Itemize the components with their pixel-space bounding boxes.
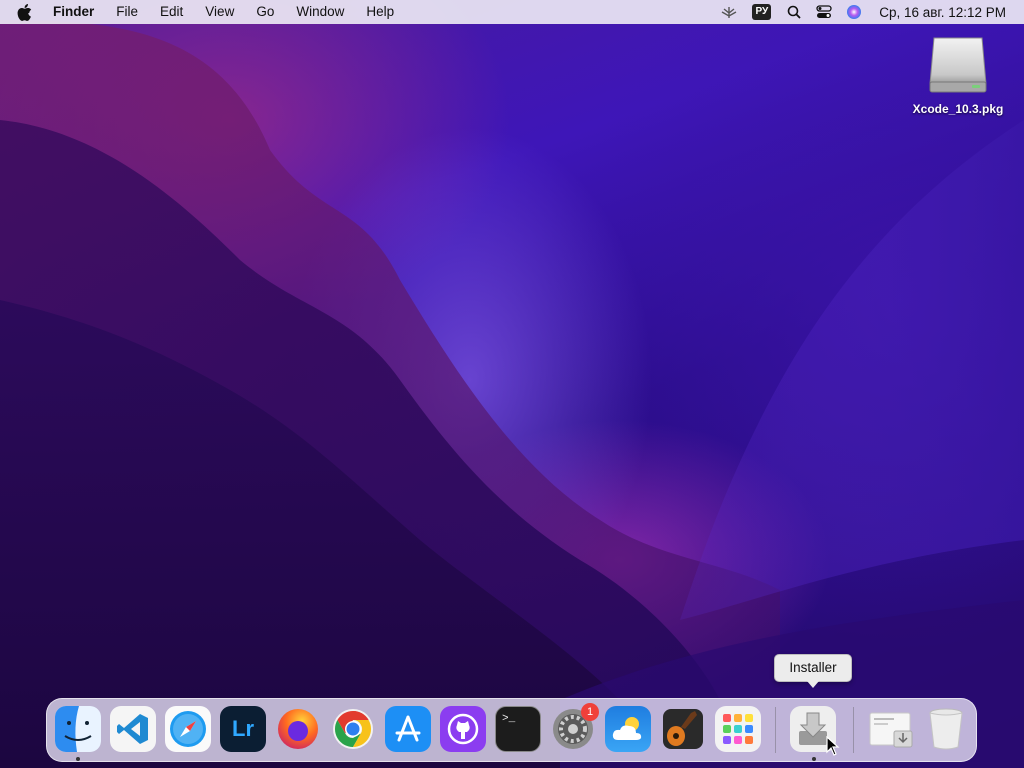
lightroom-icon: Lr bbox=[232, 716, 254, 741]
desktop-file-label: Xcode_10.3.pkg bbox=[912, 102, 1004, 116]
spotlight-search-icon[interactable] bbox=[785, 3, 803, 21]
dock-app-weather[interactable] bbox=[605, 706, 651, 752]
dock-app-firefox[interactable] bbox=[275, 706, 321, 752]
control-center-icon[interactable] bbox=[815, 3, 833, 21]
dock-separator bbox=[853, 707, 854, 753]
menu-help[interactable]: Help bbox=[355, 0, 405, 24]
finder-running-indicator bbox=[76, 757, 80, 761]
dock-app-launchpad[interactable] bbox=[715, 706, 761, 752]
dock-app-finder[interactable] bbox=[55, 706, 101, 752]
garageband-icon bbox=[663, 709, 703, 749]
firefox-icon bbox=[278, 709, 318, 749]
dock-app-terminal[interactable]: >_ bbox=[495, 706, 541, 752]
trash-icon bbox=[929, 708, 963, 750]
dock-tooltip: Installer bbox=[774, 654, 852, 688]
apple-menu-icon[interactable] bbox=[17, 0, 37, 24]
terminal-icon: >_ bbox=[502, 713, 516, 725]
launchpad-icon bbox=[723, 714, 753, 744]
input-language-badge[interactable]: РУ bbox=[752, 4, 772, 20]
dock-app-lightroom[interactable]: Lr bbox=[220, 706, 266, 752]
github-icon bbox=[447, 713, 479, 745]
weather-icon bbox=[612, 717, 642, 740]
wifi-off-icon[interactable] bbox=[720, 3, 738, 21]
app-store-icon bbox=[395, 715, 421, 742]
installer-running-indicator bbox=[812, 757, 816, 761]
dock-app-app-store[interactable] bbox=[385, 706, 431, 752]
dock-separator bbox=[775, 707, 776, 753]
menu-bar: Finder File Edit View Go Window Help РУ … bbox=[0, 0, 1024, 24]
finder-icon bbox=[55, 706, 101, 752]
mouse-cursor-icon bbox=[826, 736, 840, 756]
menu-app-name[interactable]: Finder bbox=[49, 0, 105, 24]
disk-image-icon bbox=[926, 34, 990, 96]
vscode-icon bbox=[117, 714, 148, 744]
safari-icon bbox=[170, 711, 206, 747]
dock-app-safari[interactable] bbox=[165, 706, 211, 752]
menu-go[interactable]: Go bbox=[245, 0, 285, 24]
menu-view[interactable]: View bbox=[194, 0, 245, 24]
menu-file[interactable]: File bbox=[105, 0, 149, 24]
menu-edit[interactable]: Edit bbox=[149, 0, 194, 24]
desktop-wallpaper bbox=[0, 0, 1024, 768]
siri-icon[interactable] bbox=[845, 3, 863, 21]
dock-trash[interactable] bbox=[923, 706, 969, 752]
chrome-icon bbox=[333, 709, 373, 749]
downloads-stack-icon bbox=[869, 712, 913, 748]
dock-app-garageband[interactable] bbox=[660, 706, 706, 752]
notification-badge: 1 bbox=[581, 703, 599, 721]
desktop-file-xcode-pkg[interactable]: Xcode_10.3.pkg bbox=[898, 34, 1018, 116]
menu-window[interactable]: Window bbox=[285, 0, 355, 24]
dock-app-vscode[interactable] bbox=[110, 706, 156, 752]
dock-app-github[interactable] bbox=[440, 706, 486, 752]
dock-app-system-preferences[interactable]: 1 bbox=[550, 703, 599, 752]
dock-app-chrome[interactable] bbox=[330, 706, 376, 752]
menu-bar-clock[interactable]: Ср, 16 авг. 12:12 PM bbox=[879, 5, 1006, 20]
dock-stack-downloads[interactable] bbox=[868, 706, 914, 752]
